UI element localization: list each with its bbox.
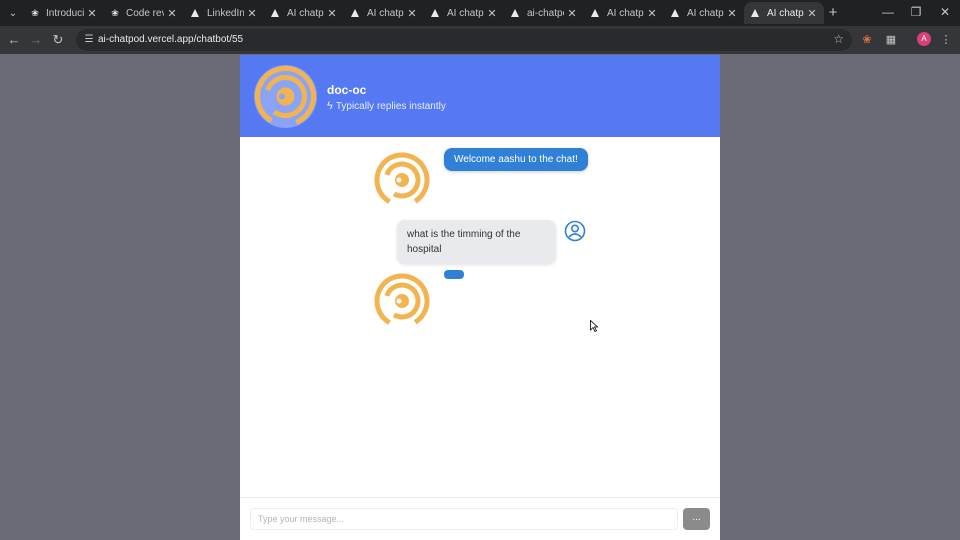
back-icon[interactable]: ← (5, 31, 23, 49)
input-divider (240, 497, 720, 498)
triangle-icon (751, 9, 759, 17)
tab-title: AI chatpod (367, 7, 404, 19)
close-tab-icon[interactable]: ✕ (806, 7, 818, 20)
bookmark-star-icon[interactable]: ☆ (833, 32, 844, 46)
browser-toolbar: ← → ↻ ☰ ai-chatpod.vercel.app/chatbot/55… (0, 26, 960, 54)
mouse-cursor-icon (590, 320, 598, 332)
browser-tab[interactable]: ai-chatpo✕ (504, 2, 584, 24)
tab-search-dropdown-icon[interactable]: ⌄ (4, 4, 22, 22)
close-tab-icon[interactable]: ✕ (566, 7, 578, 20)
url-text[interactable]: ai-chatpod.vercel.app/chatbot/55 (98, 34, 243, 45)
bot-avatar (254, 65, 317, 128)
menu-kebab-icon[interactable]: ⋮ (937, 31, 955, 49)
tab-title: AI chatpod (287, 7, 324, 19)
reload-icon[interactable]: ↻ (49, 31, 67, 49)
minimize-icon[interactable]: — (874, 3, 902, 21)
tab-title: AI chatpo (607, 7, 644, 19)
close-tab-icon[interactable]: ✕ (486, 7, 498, 20)
browser-tab[interactable]: AI chatpo✕ (664, 2, 744, 24)
bot-message: Welcome aashu to the chat! (444, 148, 588, 171)
bot-logo-icon (255, 66, 316, 127)
browser-tab[interactable]: AI chatpod✕ (264, 2, 344, 24)
chat-widget: doc-oc ϟ Typically replies instantly Wel… (240, 55, 720, 540)
bot-status: ϟ Typically replies instantly (327, 100, 446, 112)
browser-tab[interactable]: AI chatpod✕ (344, 2, 424, 24)
triangle-icon (351, 9, 359, 17)
close-tab-icon[interactable]: ✕ (326, 7, 338, 20)
tab-title: AI chatpo (687, 7, 724, 19)
new-tab-button[interactable]: + (825, 4, 841, 22)
triangle-icon (431, 9, 439, 17)
address-bar[interactable]: ☰ ai-chatpod.vercel.app/chatbot/55 ☆ (76, 29, 852, 51)
chat-header: doc-oc ϟ Typically replies instantly (240, 55, 720, 137)
browser-tab[interactable]: ❀ Code revie✕ (104, 2, 184, 24)
close-tab-icon[interactable]: ✕ (246, 7, 258, 20)
triangle-icon (271, 9, 279, 17)
bot-message-logo-icon (374, 152, 430, 208)
browser-tab[interactable]: AI chatpod✕ (424, 2, 504, 24)
forward-icon[interactable]: → (27, 31, 45, 49)
close-tab-icon[interactable]: ✕ (86, 7, 98, 20)
openai-icon: ❀ (111, 7, 119, 18)
extension-bug-icon[interactable]: ❀ (858, 31, 876, 49)
close-window-icon[interactable]: ✕ (931, 3, 959, 21)
triangle-icon (591, 9, 599, 17)
browser-tab[interactable]: ❀ Introducin✕ (24, 2, 104, 24)
tab-title: Code revie (126, 7, 164, 19)
triangle-icon (511, 9, 519, 17)
tab-title: AI chatpod (447, 7, 484, 19)
lightning-icon: ϟ (327, 100, 333, 112)
tab-title: LinkedIn C (207, 7, 244, 19)
triangle-icon (671, 9, 679, 17)
extensions-puzzle-icon[interactable]: ▦ (882, 31, 900, 49)
tab-title: ai-chatpo (527, 7, 564, 19)
tab-title: Introducin (46, 7, 84, 19)
send-button[interactable]: ... (683, 508, 710, 530)
close-tab-icon[interactable]: ✕ (406, 7, 418, 20)
triangle-icon (191, 9, 199, 17)
openai-icon: ❀ (31, 7, 39, 18)
close-tab-icon[interactable]: ✕ (166, 7, 178, 20)
user-avatar-icon (564, 220, 586, 242)
restore-icon[interactable]: ❐ (902, 3, 930, 21)
status-text: Typically replies instantly (335, 100, 446, 112)
bot-name: doc-oc (327, 83, 367, 97)
close-tab-icon[interactable]: ✕ (726, 7, 738, 20)
message-input[interactable] (250, 508, 678, 530)
browser-tab[interactable]: AI chatpo✕ (584, 2, 664, 24)
browser-tab[interactable]: LinkedIn C✕ (184, 2, 264, 24)
site-info-icon[interactable]: ☰ (82, 33, 96, 47)
user-message: what is the timming of the hospital (397, 220, 556, 264)
bot-message-logo-icon (374, 273, 430, 329)
browser-tab[interactable]: AI chatpo✕ (744, 2, 824, 24)
profile-avatar[interactable]: A (917, 32, 931, 46)
bot-typing-bubble (444, 270, 464, 279)
tab-strip: ⌄ ❀Introducin✕❀Code revie✕LinkedIn C✕AI … (0, 0, 960, 26)
close-tab-icon[interactable]: ✕ (646, 7, 658, 20)
tab-title: AI chatpo (767, 7, 804, 19)
